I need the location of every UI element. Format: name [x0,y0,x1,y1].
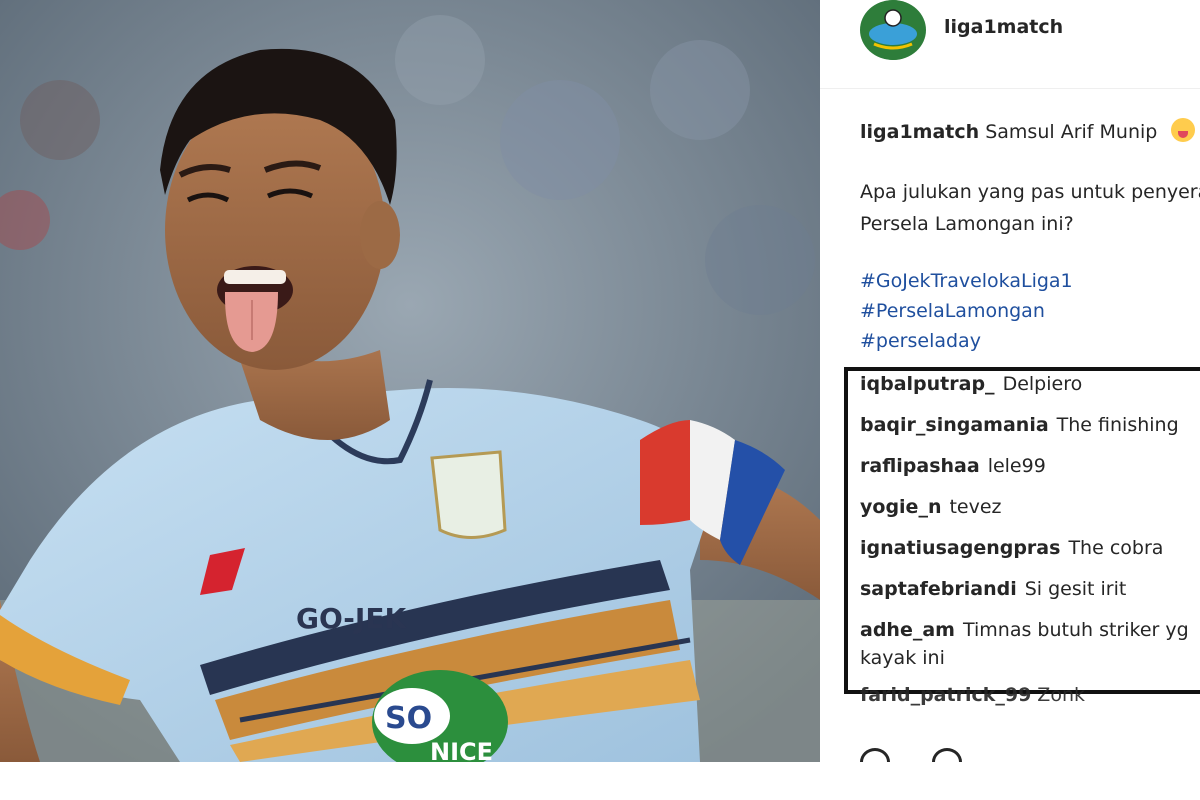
comment-item: iqbalputrap_ Delpiero [860,370,1200,411]
avatar[interactable] [860,0,926,60]
caption-question: Apa julukan yang pas untuk penyerang Per… [860,176,1200,240]
hashtag-link[interactable]: #GoJekTravelokaLiga1 [860,266,1073,296]
question-line-2: Persela Lamongan ini? [860,213,1074,235]
comment-username[interactable]: raflipashaa [860,455,980,477]
post-caption: liga1match Samsul Arif Munip [860,118,1200,146]
comment-text: tevez [949,496,1002,518]
avatar-logo-icon [863,0,923,60]
sponsor-text: GO-JEK [296,602,407,635]
tongue-out-emoji-icon [1171,118,1196,142]
comment-username[interactable]: iqbalputrap_ [860,373,995,395]
comment-item: adhe_am Timnas butuh striker yg kayak ini [860,616,1200,672]
post-sidebar: liga1match liga1match Samsul Arif Munip … [820,0,1200,762]
comment-username[interactable]: farid_patrick_99 [860,684,1031,706]
comment-username[interactable]: baqir_singamania [860,414,1049,436]
comment-item-partial: farid_patrick_99 Zonk [860,684,1085,706]
comment-icon[interactable] [932,748,962,762]
hashtag-link[interactable]: #perseladay [860,326,1073,356]
action-bar [860,748,1200,762]
comment-username[interactable]: adhe_am [860,619,955,641]
comment-text: Delpiero [1002,373,1083,395]
comment-item: saptafebriandi Si gesit irit [860,575,1200,616]
comment-text: The finishing [1056,414,1179,436]
comment-text: lele99 [987,455,1046,477]
comment-item: raflipashaa lele99 [860,452,1200,493]
ball-subtext: NICE [430,738,493,762]
post-photo: GO-JEK SO NICE [0,0,820,762]
caption-text: Samsul Arif Munip [985,121,1158,143]
comment-username[interactable]: saptafebriandi [860,578,1017,600]
comment-item: yogie_n tevez [860,493,1200,534]
comment-text: Zonk [1037,684,1085,706]
hashtag-link[interactable]: #PerselaLamongan [860,296,1073,326]
account-username[interactable]: liga1match [944,16,1063,38]
comment-username[interactable]: yogie_n [860,496,941,518]
comment-item: ignatiusagengpras The cobra [860,534,1200,575]
post-header: liga1match [820,0,1200,89]
hashtag-list: #GoJekTravelokaLiga1 #PerselaLamongan #p… [860,266,1073,356]
comment-text: Si gesit irit [1024,578,1127,600]
question-line-1: Apa julukan yang pas untuk penyerang [860,181,1200,203]
ball-text: SO [385,701,432,736]
heart-icon[interactable] [860,748,890,762]
comment-item: baqir_singamania The finishing [860,411,1200,452]
comment-username[interactable]: ignatiusagengpras [860,537,1060,559]
player-illustration: GO-JEK SO NICE [0,0,820,762]
comment-text: The cobra [1068,537,1164,559]
comment-list: iqbalputrap_ Delpiero baqir_singamania The… [860,370,1200,672]
caption-username[interactable]: liga1match [860,121,979,143]
bottom-strip [0,762,1200,800]
